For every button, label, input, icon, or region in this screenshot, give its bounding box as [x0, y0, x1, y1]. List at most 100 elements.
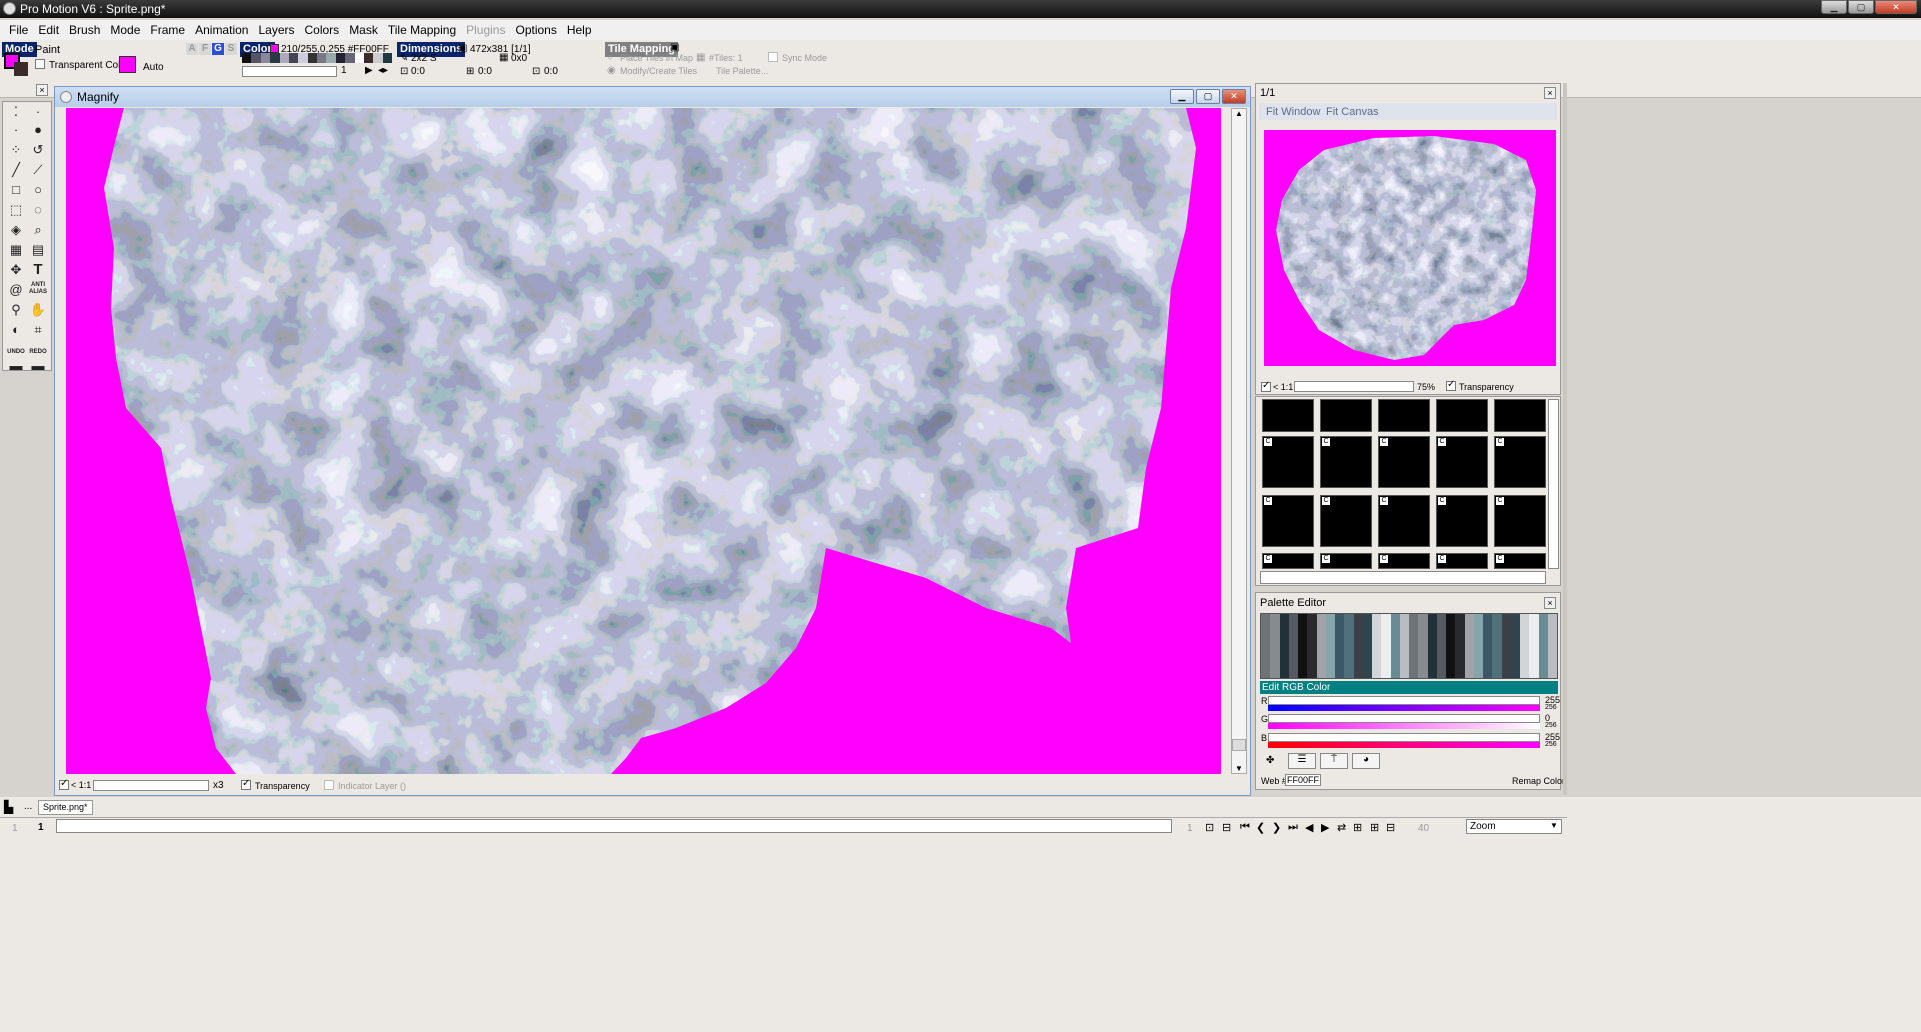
tile[interactable]: C — [1436, 436, 1488, 488]
palette-swatch[interactable] — [1520, 646, 1530, 654]
palette-swatch[interactable] — [1261, 638, 1271, 646]
palette-swatch[interactable] — [1473, 638, 1483, 646]
palette-swatch[interactable] — [1492, 662, 1502, 670]
palette-swatch[interactable] — [1446, 670, 1456, 678]
palette-swatch[interactable] — [1510, 646, 1520, 654]
preview-ratio-checkbox[interactable] — [1261, 380, 1271, 392]
palette-swatch[interactable] — [1520, 654, 1530, 662]
palette-swatch[interactable] — [1464, 638, 1474, 646]
palette-swatch[interactable] — [1492, 670, 1502, 678]
last-frame-icon[interactable]: ⏭ — [1288, 821, 1298, 834]
palette-swatch[interactable] — [1325, 614, 1335, 622]
palette-swatch[interactable] — [1492, 614, 1502, 622]
menu-layers[interactable]: Layers — [253, 23, 299, 37]
tile-mapping-icon[interactable]: ▣ — [670, 42, 679, 53]
palette-swatch[interactable] — [1538, 622, 1548, 630]
magnify-minimize-button[interactable]: ▁ — [1170, 89, 1194, 104]
palette-swatch[interactable] — [1520, 614, 1530, 622]
palette-swatch[interactable] — [1381, 670, 1391, 678]
palette-swatch[interactable] — [1427, 614, 1437, 622]
chevron-down-icon[interactable]: ▼ — [1550, 821, 1558, 830]
palette-swatch[interactable] — [1316, 638, 1326, 646]
palette-swatch[interactable] — [1399, 622, 1409, 630]
palette-swatch[interactable] — [1390, 638, 1400, 646]
minimize-button[interactable]: ▁ — [1821, 0, 1847, 14]
next-frame-icon[interactable]: ❯ — [1272, 821, 1281, 834]
palette-swatch[interactable] — [1473, 646, 1483, 654]
menu-tile-mapping[interactable]: Tile Mapping — [383, 23, 461, 37]
palette-swatch[interactable] — [1325, 630, 1335, 638]
delete-frame-icon[interactable]: ⊟ — [1222, 821, 1231, 834]
palette-swatch[interactable] — [1270, 670, 1280, 678]
palette-swatch[interactable] — [1344, 662, 1354, 670]
palette-swatch[interactable] — [1381, 662, 1391, 670]
curve-tool-icon[interactable]: ↺ — [29, 142, 47, 158]
palette-swatch[interactable] — [1372, 630, 1382, 638]
tile[interactable]: C — [1436, 553, 1488, 569]
tile[interactable]: C — [1494, 553, 1546, 569]
insert-frame-icon[interactable]: ⊡ — [1205, 821, 1214, 834]
palette-swatch[interactable] — [1362, 622, 1372, 630]
page-tool-icon[interactable]: ▤ — [29, 242, 47, 258]
palette-swatch[interactable] — [1390, 622, 1400, 630]
tile[interactable]: C — [1320, 553, 1372, 569]
palette-swatch[interactable] — [1455, 622, 1465, 630]
palette-swatch[interactable] — [1492, 638, 1502, 646]
palette-swatch[interactable] — [1298, 646, 1308, 654]
palette-swatch[interactable] — [1501, 614, 1511, 622]
palette-swatch[interactable] — [1325, 622, 1335, 630]
palette-swatch[interactable] — [1446, 638, 1456, 646]
palette-swatch[interactable] — [1261, 646, 1271, 654]
palette-swatch[interactable] — [1501, 662, 1511, 670]
palette-swatch[interactable] — [1390, 630, 1400, 638]
palette-swatch[interactable] — [1436, 670, 1446, 678]
palette-swatch[interactable] — [1473, 662, 1483, 670]
f-button[interactable]: F — [199, 43, 211, 55]
palette-swatch[interactable] — [1473, 630, 1483, 638]
palette-swatch[interactable] — [1547, 622, 1557, 630]
palette-swatch[interactable] — [1492, 622, 1502, 630]
tile[interactable]: C — [1320, 436, 1372, 488]
tile[interactable]: C — [1378, 436, 1430, 488]
palette-swatch[interactable] — [1399, 614, 1409, 622]
palette-swatch[interactable] — [1538, 646, 1548, 654]
palette-swatch[interactable] — [1446, 646, 1456, 654]
palette-swatch[interactable] — [1390, 662, 1400, 670]
palette-swatch[interactable] — [1409, 638, 1419, 646]
menu-colors[interactable]: Colors — [300, 23, 345, 37]
close-button[interactable]: ✕ — [1875, 0, 1917, 14]
palette-swatch[interactable] — [1307, 622, 1317, 630]
palette-swatch[interactable] — [1390, 654, 1400, 662]
palette-swatch[interactable] — [1547, 654, 1557, 662]
tile[interactable] — [1320, 399, 1372, 432]
palette-swatch[interactable] — [1464, 622, 1474, 630]
palette-swatch[interactable] — [1427, 662, 1437, 670]
large-dot-icon[interactable]: ● — [29, 122, 47, 138]
palette-swatch[interactable] — [1547, 662, 1557, 670]
preview-zoom-ratio[interactable]: < 1:1 — [1273, 382, 1293, 392]
palette-swatch[interactable] — [1381, 638, 1391, 646]
stamp-tool-icon[interactable]: ✥ — [7, 262, 25, 278]
palette-swatch[interactable] — [1520, 670, 1530, 678]
magnify-canvas[interactable] — [66, 108, 1221, 774]
palette-swatch[interactable] — [1362, 670, 1372, 678]
palette-swatch[interactable] — [1399, 654, 1409, 662]
eyedropper-tool-icon[interactable]: ⚲ — [7, 302, 25, 318]
fit-window-button[interactable]: Fit Window — [1266, 106, 1320, 118]
palette-swatch[interactable] — [1307, 654, 1317, 662]
palette-swatch[interactable] — [1455, 638, 1465, 646]
palette-swatch[interactable] — [1381, 654, 1391, 662]
palette-swatch[interactable] — [1427, 630, 1437, 638]
hand-tool-icon[interactable]: ✋ — [29, 302, 47, 318]
sprite-tab[interactable]: Sprite.png* — [38, 800, 93, 815]
lasso-tool-icon[interactable]: ◌ — [29, 202, 47, 218]
palette-swatch[interactable] — [1473, 622, 1483, 630]
palette-swatch[interactable] — [1520, 622, 1530, 630]
palette-swatch[interactable] — [1279, 670, 1289, 678]
palette-swatch[interactable] — [1501, 670, 1511, 678]
maximize-button[interactable]: ▢ — [1848, 0, 1874, 14]
palette-swatch[interactable] — [1362, 638, 1372, 646]
palette-swatch[interactable] — [1335, 662, 1345, 670]
add-frame-icon[interactable]: ⊞ — [1370, 821, 1379, 834]
palette-swatch[interactable] — [1335, 630, 1345, 638]
